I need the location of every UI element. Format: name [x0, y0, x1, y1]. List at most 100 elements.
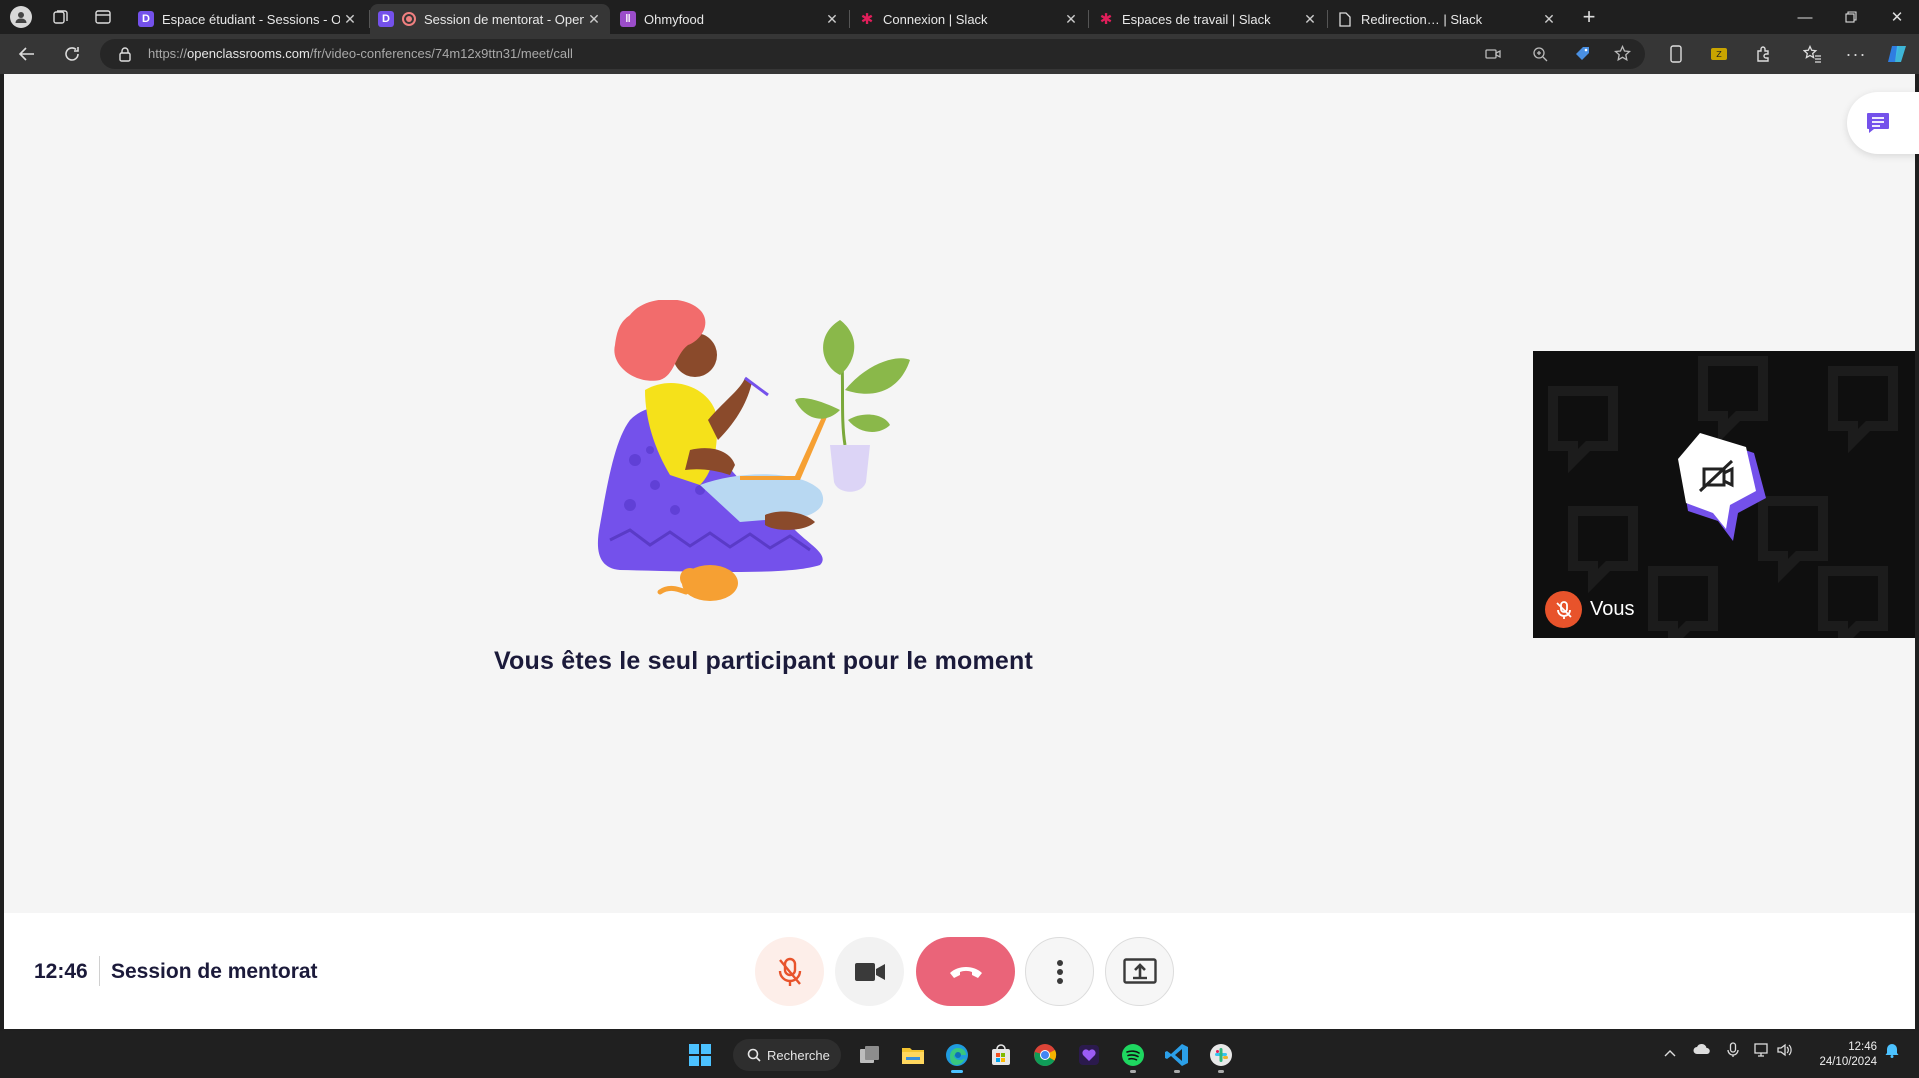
tab-ohmyfood[interactable]: ǁ Ohmyfood ✕ [612, 4, 848, 34]
address-bar[interactable]: https://openclassrooms.com/fr/video-conf… [100, 39, 1645, 69]
ohmyfood-icon: ǁ [620, 11, 636, 27]
close-icon[interactable]: ✕ [1061, 11, 1081, 28]
meeting-title: Session de mentorat [111, 960, 318, 983]
extensions-icon[interactable] [1751, 42, 1775, 66]
onedrive-cloud-icon[interactable] [1693, 1043, 1711, 1058]
tab-title: Session de mentorat - Openc [424, 11, 584, 27]
mic-off-icon [778, 957, 801, 986]
share-screen-button[interactable] [1105, 937, 1174, 1006]
toggle-camera-button[interactable] [835, 937, 904, 1006]
device-icon[interactable] [1664, 42, 1688, 66]
search-label: Recherche [767, 1047, 830, 1063]
meeting-clock: 12:46 [34, 960, 88, 983]
vertical-tabs-icon[interactable] [94, 8, 112, 26]
camera-off-avatar-icon [1678, 433, 1766, 541]
spotify-icon[interactable] [1117, 1039, 1149, 1073]
volume-icon[interactable] [1777, 1043, 1793, 1060]
network-icon[interactable] [1754, 1043, 1770, 1060]
divider [99, 956, 100, 986]
tab-separator [1088, 10, 1089, 28]
empty-room-message: Vous êtes le seul participant pour le mo… [494, 647, 1034, 675]
openclassrooms-icon: D [378, 11, 394, 27]
close-window-button[interactable]: ✕ [1874, 0, 1919, 34]
browser-toolbar: https://openclassrooms.com/fr/video-conf… [0, 34, 1919, 74]
system-clock[interactable]: 12:46 24/10/2024 [1819, 1040, 1877, 1070]
restore-button[interactable] [1828, 0, 1874, 34]
favorites-icon[interactable] [1800, 42, 1824, 66]
self-video-tile: Vous [1533, 351, 1915, 638]
windows-taskbar: Recherche 12:46 24/10/2024 [0, 1031, 1919, 1078]
waiting-illustration [597, 300, 910, 601]
notification-bell-icon[interactable] [1885, 1042, 1899, 1061]
copilot-icon[interactable] [1885, 42, 1909, 66]
running-app-indicator [1174, 1070, 1180, 1073]
share-screen-icon [1122, 957, 1157, 984]
purple-heart-app-icon[interactable] [1073, 1039, 1105, 1071]
tab-title: Connexion | Slack [883, 11, 988, 27]
file-explorer-icon[interactable] [897, 1039, 929, 1071]
close-icon[interactable]: ✕ [1300, 11, 1320, 28]
tab-separator [1327, 10, 1328, 28]
url-text: https://openclassrooms.com/fr/video-conf… [148, 46, 573, 61]
slack-icon: ✱ [860, 11, 874, 28]
slack-app-icon[interactable] [1205, 1039, 1237, 1073]
recording-icon [402, 12, 416, 26]
running-app-indicator [1218, 1070, 1224, 1073]
tab-title: Espace étudiant - Sessions - Oper [162, 11, 340, 27]
chrome-icon[interactable] [1029, 1039, 1061, 1071]
tab-connexion-slack[interactable]: ✱ Connexion | Slack ✕ [851, 4, 1087, 34]
back-icon[interactable] [15, 42, 39, 66]
camera-in-use-icon[interactable] [1485, 46, 1501, 67]
refresh-icon[interactable] [60, 42, 84, 66]
system-time: 12:46 [1848, 1041, 1877, 1053]
close-icon[interactable]: ✕ [584, 11, 604, 28]
more-vertical-icon [1056, 959, 1063, 984]
close-icon[interactable]: ✕ [822, 11, 842, 28]
tab-redirection-slack[interactable]: Redirection… | Slack ✕ [1329, 4, 1565, 34]
tab-espaces-de-travail-slack[interactable]: ✱ Espaces de travail | Slack ✕ [1090, 4, 1326, 34]
video-camera-icon [854, 962, 885, 981]
microsoft-store-icon[interactable] [985, 1039, 1017, 1071]
chat-button[interactable] [1847, 92, 1919, 154]
svg-text:Z: Z [1716, 50, 1722, 59]
close-icon[interactable]: ✕ [340, 11, 360, 28]
close-icon[interactable]: ✕ [1539, 11, 1559, 28]
search-icon [747, 1048, 761, 1062]
extension-badge-icon[interactable]: Z [1707, 42, 1731, 66]
self-name-label: Vous [1590, 598, 1635, 620]
toggle-microphone-button[interactable] [755, 937, 824, 1006]
tab-title: Espaces de travail | Slack [1122, 11, 1271, 27]
tab-session-de-mentorat[interactable]: D Session de mentorat - Openc ✕ [370, 4, 610, 34]
taskbar-search[interactable]: Recherche [733, 1039, 841, 1071]
more-options-button[interactable] [1025, 937, 1094, 1006]
show-hidden-icons-chevron-icon[interactable] [1664, 1045, 1676, 1060]
tab-title: Ohmyfood [644, 11, 704, 27]
page-icon [1337, 11, 1353, 27]
start-button[interactable] [684, 1039, 716, 1071]
hang-up-button[interactable] [916, 937, 1015, 1006]
minimize-button[interactable]: — [1782, 0, 1828, 34]
workspaces-icon[interactable] [52, 8, 70, 26]
more-menu-icon[interactable]: ··· [1844, 42, 1868, 66]
edge-browser-icon[interactable] [941, 1039, 973, 1073]
active-app-indicator [951, 1070, 963, 1073]
lock-icon[interactable] [118, 46, 132, 67]
windows-logo-icon [689, 1044, 711, 1066]
profile-icon[interactable] [10, 6, 32, 28]
vscode-icon[interactable] [1161, 1039, 1193, 1073]
self-muted-badge [1545, 591, 1582, 628]
tab-title: Redirection… | Slack [1361, 11, 1483, 27]
mic-off-icon [1555, 600, 1572, 619]
browser-tab-strip: D Espace étudiant - Sessions - Oper ✕ D … [0, 0, 1919, 34]
zoom-icon[interactable] [1532, 46, 1548, 67]
openclassrooms-icon: D [138, 11, 154, 27]
favorite-star-icon[interactable] [1613, 44, 1632, 67]
phone-hangup-icon [949, 966, 982, 978]
system-date: 24/10/2024 [1819, 1056, 1877, 1068]
task-view-icon[interactable] [854, 1039, 886, 1071]
tab-espace-etudiant[interactable]: D Espace étudiant - Sessions - Oper ✕ [130, 4, 366, 34]
chat-icon [1867, 113, 1889, 133]
new-tab-button[interactable]: + [1578, 4, 1600, 30]
microphone-in-use-icon[interactable] [1727, 1042, 1739, 1061]
shopping-tag-icon[interactable] [1574, 45, 1591, 67]
